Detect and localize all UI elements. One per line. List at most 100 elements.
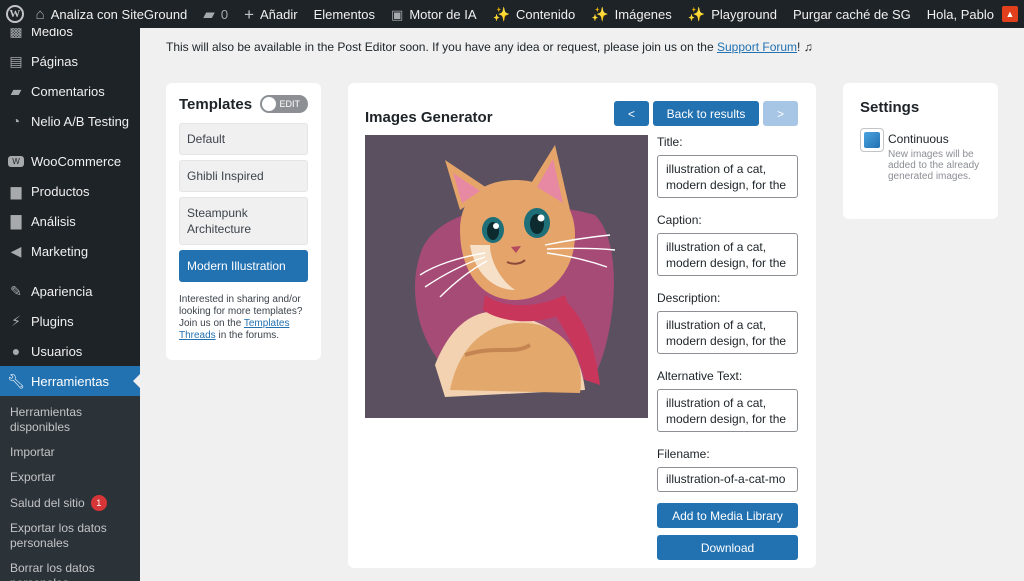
submenu-import[interactable]: Importar bbox=[0, 440, 140, 465]
ai-engine-link[interactable]: ▣ Motor de IA bbox=[383, 0, 485, 28]
sidebar-item-tools[interactable]: 🔧︎ Herramientas bbox=[0, 366, 140, 396]
elementor-label: Elementos bbox=[313, 6, 376, 22]
caption-field[interactable]: illustration of a cat, modern design, fo… bbox=[657, 233, 798, 276]
magic-wand-icon: ✨ bbox=[591, 5, 609, 22]
previous-button[interactable]: < bbox=[614, 101, 649, 126]
submenu-available-tools[interactable]: Herramientas disponibles bbox=[0, 400, 140, 440]
nelio-icon: ◔ bbox=[11, 113, 21, 129]
description-label: Description: bbox=[657, 291, 721, 305]
submenu-label: Salud del sitio bbox=[10, 495, 85, 510]
sidebar-item-label: Comentarios bbox=[31, 83, 105, 99]
images-link[interactable]: ✨ Imágenes bbox=[583, 0, 680, 28]
comments-link[interactable]: ▰ 0 bbox=[195, 0, 236, 28]
templates-title: Templates bbox=[179, 95, 253, 113]
alt-text-field[interactable]: illustration of a cat, modern design, fo… bbox=[657, 389, 798, 432]
generated-image[interactable] bbox=[365, 135, 648, 418]
footer-suffix: in the forums. bbox=[215, 330, 280, 341]
images-label: Imágenes bbox=[614, 6, 672, 22]
sidebar-item-analytics[interactable]: ▇ Análisis bbox=[0, 206, 140, 236]
download-button[interactable]: Download bbox=[657, 535, 798, 560]
submenu-export[interactable]: Exportar bbox=[0, 465, 140, 490]
magic-wand-icon: ✨ bbox=[687, 5, 706, 22]
comment-bubble-icon: ▰ bbox=[203, 5, 215, 23]
media-icon: ▩ bbox=[9, 28, 23, 39]
content-link[interactable]: ✨ Contenido bbox=[485, 0, 584, 28]
template-label: Default bbox=[187, 132, 226, 146]
description-field[interactable]: illustration of a cat, modern design, fo… bbox=[657, 311, 798, 354]
playground-link[interactable]: ✨ Playground bbox=[680, 0, 785, 28]
add-new-link[interactable]: + Añadir bbox=[236, 0, 306, 28]
support-forum-link[interactable]: Support Forum bbox=[717, 40, 797, 54]
title-field[interactable]: illustration of a cat, modern design, fo… bbox=[657, 155, 798, 198]
sidebar-item-pages[interactable]: ▤ Páginas bbox=[0, 46, 140, 76]
title-label: Title: bbox=[657, 135, 683, 149]
sidebar-item-label: Medios bbox=[31, 28, 73, 39]
sidebar-item-label: WooCommerce bbox=[31, 153, 122, 169]
sidebar-item-label: Plugins bbox=[31, 313, 74, 329]
sidebar-item-marketing[interactable]: ◀ Marketing bbox=[0, 236, 140, 266]
comments-count: 0 bbox=[220, 6, 229, 22]
sidebar-item-label: Análisis bbox=[31, 213, 76, 229]
user-menu[interactable]: Hola, Pablo ▲ bbox=[919, 0, 1024, 28]
checkbox-fill bbox=[864, 132, 880, 148]
result-navigation: < Back to results > bbox=[614, 101, 798, 126]
submenu-erase-personal-data[interactable]: Borrar los datos personales bbox=[0, 556, 140, 581]
home-icon: ⌂ bbox=[35, 5, 45, 23]
back-to-results-button[interactable]: Back to results bbox=[653, 101, 759, 126]
images-generator-panel: Images Generator < Back to results > Tit… bbox=[348, 83, 816, 568]
plus-icon: + bbox=[244, 4, 255, 24]
submenu-export-personal-data[interactable]: Exportar los datos personales bbox=[0, 516, 140, 556]
sidebar-item-nelio[interactable]: ◔ Nelio A/B Testing bbox=[0, 106, 140, 136]
notice-text: This will also be available in the Post … bbox=[166, 40, 717, 54]
filename-label: Filename: bbox=[657, 447, 710, 461]
next-button[interactable]: > bbox=[763, 101, 798, 126]
sidebar-item-media[interactable]: ▩ Medios bbox=[0, 28, 140, 46]
user-greeting: Hola, Pablo bbox=[926, 6, 994, 22]
wrench-icon: 🔧︎ bbox=[7, 372, 25, 389]
site-name-link[interactable]: ⌂ Analiza con SiteGround bbox=[28, 0, 196, 28]
sidebar-item-label: Páginas bbox=[31, 53, 78, 69]
template-item-steampunk[interactable]: Steampunk Architecture bbox=[179, 197, 308, 245]
plug-icon: ⚡ bbox=[11, 312, 21, 329]
ai-engine-icon: ▣ bbox=[391, 6, 404, 22]
megaphone-icon: ◀ bbox=[10, 242, 22, 259]
purge-cache-link[interactable]: Purgar caché de SG bbox=[785, 0, 919, 28]
submenu-site-health[interactable]: Salud del sitio 1 bbox=[0, 490, 140, 516]
sidebar-item-woocommerce[interactable]: W WooCommerce bbox=[0, 146, 140, 176]
tools-submenu: Herramientas disponibles Importar Export… bbox=[0, 396, 140, 581]
continuous-description: New images will be added to the already … bbox=[888, 149, 980, 182]
ai-engine-label: Motor de IA bbox=[409, 6, 477, 22]
elementor-link[interactable]: Elementos bbox=[306, 0, 383, 28]
template-item-modern-illustration[interactable]: Modern Illustration bbox=[179, 250, 308, 282]
woocommerce-icon: W bbox=[8, 155, 24, 167]
sidebar-item-products[interactable]: ▆ Productos bbox=[0, 176, 140, 206]
continuous-checkbox[interactable] bbox=[860, 128, 884, 152]
wordpress-icon: W bbox=[5, 5, 24, 23]
sidebar-item-appearance[interactable]: ✎ Apariencia bbox=[0, 276, 140, 306]
edit-toggle[interactable]: EDIT bbox=[260, 95, 308, 113]
template-item-ghibli[interactable]: Ghibli Inspired bbox=[179, 160, 308, 192]
template-label: Steampunk Architecture bbox=[187, 206, 252, 236]
wordpress-logo-button[interactable]: W bbox=[2, 0, 28, 28]
templates-footer: Interested in sharing and/or looking for… bbox=[179, 294, 308, 342]
sidebar-item-label: Productos bbox=[31, 183, 90, 199]
comments-icon: ▰ bbox=[10, 82, 22, 99]
magic-wand-icon: ✨ bbox=[492, 5, 510, 22]
sidebar-item-plugins[interactable]: ⚡ Plugins bbox=[0, 306, 140, 336]
admin-sidebar: ▩ Medios ▤ Páginas ▰ Comentarios ◔ Nelio… bbox=[0, 28, 140, 581]
sidebar-item-label: Herramientas bbox=[31, 373, 110, 389]
sidebar-item-users[interactable]: ● Usuarios bbox=[0, 336, 140, 366]
admin-bar: W ⌂ Analiza con SiteGround ▰ 0 + Añadir … bbox=[0, 0, 1024, 28]
sidebar-item-comments[interactable]: ▰ Comentarios bbox=[0, 76, 140, 106]
playground-label: Playground bbox=[711, 6, 777, 22]
add-new-label: Añadir bbox=[260, 6, 298, 22]
submenu-label: Exportar los datos personales bbox=[10, 521, 107, 550]
submenu-label: Importar bbox=[10, 445, 55, 459]
pages-icon: ▤ bbox=[9, 52, 23, 69]
filename-input[interactable]: illustration-of-a-cat-mo bbox=[657, 467, 798, 492]
add-to-media-library-button[interactable]: Add to Media Library bbox=[657, 503, 798, 528]
template-item-default[interactable]: Default bbox=[179, 123, 308, 155]
site-health-badge: 1 bbox=[90, 495, 107, 511]
templates-panel: Templates EDIT Default Ghibli Inspired S… bbox=[166, 83, 321, 360]
image-metadata-form: Title: illustration of a cat, modern des… bbox=[657, 135, 798, 560]
